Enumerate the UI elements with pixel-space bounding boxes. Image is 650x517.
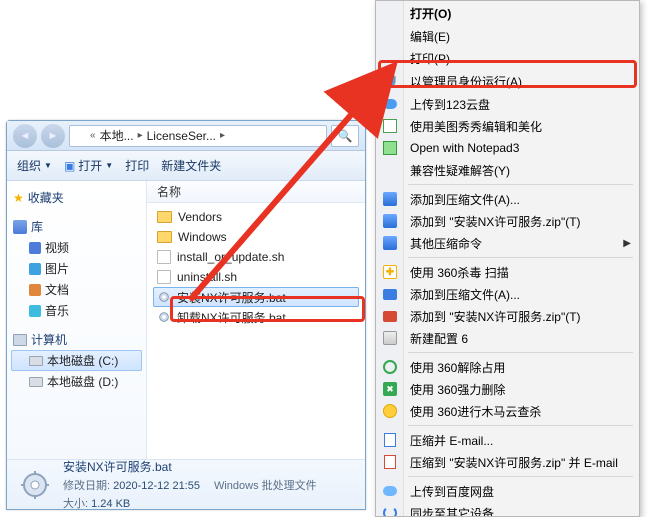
tree-documents[interactable]: 文档 (11, 279, 142, 300)
explorer-window: ◄ ► « 本地... ▸ LicenseSer... ▸ 🔍 组织▼ ▣打开▼… (6, 120, 366, 510)
360-icon (382, 359, 398, 375)
address-bar: ◄ ► « 本地... ▸ LicenseSer... ▸ 🔍 (7, 121, 365, 151)
newfolder-button[interactable]: 新建文件夹 (161, 157, 221, 174)
open-button[interactable]: ▣打开▼ (64, 157, 113, 174)
archive-icon (382, 191, 398, 207)
crumb-segment[interactable]: 本地... (100, 127, 134, 144)
meitu-icon (382, 118, 398, 134)
menu-add-named-zip-2[interactable]: 添加到 "安装NX许可服务.zip"(T) (376, 305, 639, 327)
status-filename: 安装NX许可服务.bat (63, 458, 317, 475)
menu-edit[interactable]: 编辑(E) (376, 25, 639, 47)
search-icon: 🔍 (338, 129, 353, 143)
computer-icon (13, 334, 27, 346)
status-mod-value: 2020-12-12 21:55 (113, 480, 200, 492)
status-bar: 安装NX许可服务.bat 修改日期: 2020-12-12 21:55 Wind… (7, 459, 365, 509)
archive-icon (382, 235, 398, 251)
search-input[interactable]: 🔍 (331, 125, 359, 147)
list-item[interactable]: 卸载NX许可服务.bat (153, 307, 359, 327)
folder-icon (157, 231, 172, 243)
menu-print[interactable]: 打印(P) (376, 47, 639, 69)
archive-icon (382, 432, 398, 448)
file-list: 名称 Vendors Windows install_or_update.sh … (147, 181, 365, 459)
status-size-label: 大小: (63, 498, 88, 510)
menu-open[interactable]: 打开(O) (376, 1, 639, 25)
file-icon (157, 270, 171, 284)
menu-new-config[interactable]: 新建配置 6 (376, 327, 639, 349)
crumb-segment[interactable]: LicenseSer... (147, 129, 216, 143)
menu-other-zip[interactable]: 其他压缩命令▶ (376, 232, 639, 254)
nav-tree[interactable]: ★收藏夹 库 视频 图片 文档 音乐 计算机 本地磁盘 (C:) 本地磁盘 (D… (7, 181, 147, 459)
360-icon (382, 403, 398, 419)
list-item[interactable]: Windows (153, 227, 359, 247)
nav-back-button[interactable]: ◄ (13, 124, 37, 148)
menu-360-trojan[interactable]: 使用 360进行木马云查杀 (376, 400, 639, 422)
batch-file-icon (157, 290, 171, 304)
breadcrumb[interactable]: « 本地... ▸ LicenseSer... ▸ (69, 125, 327, 147)
file-thumbnail (17, 467, 53, 503)
menu-add-named-zip[interactable]: 添加到 "安装NX许可服务.zip"(T) (376, 210, 639, 232)
notepad3-icon (382, 140, 398, 156)
shield-icon (382, 73, 398, 89)
360-icon: ✖ (382, 381, 398, 397)
tree-music[interactable]: 音乐 (11, 300, 142, 321)
menu-compat[interactable]: 兼容性疑难解答(Y) (376, 159, 639, 181)
cloud-icon (382, 96, 398, 112)
tree-libraries[interactable]: 库 (11, 216, 142, 237)
tree-drive-c[interactable]: 本地磁盘 (C:) (11, 350, 142, 371)
file-icon (157, 250, 171, 264)
tree-pictures[interactable]: 图片 (11, 258, 142, 279)
baidu-icon (382, 483, 398, 499)
list-item[interactable]: uninstall.sh (153, 267, 359, 287)
toolbar: 组织▼ ▣打开▼ 打印 新建文件夹 (7, 151, 365, 181)
status-mod-label: 修改日期: (63, 480, 110, 492)
menu-360-unlock[interactable]: 使用 360解除占用 (376, 356, 639, 378)
tree-computer[interactable]: 计算机 (11, 329, 142, 350)
archive-icon (382, 213, 398, 229)
batch-file-icon (157, 310, 171, 324)
organize-button[interactable]: 组织▼ (17, 157, 52, 174)
document-icon (29, 284, 41, 296)
tree-drive-d[interactable]: 本地磁盘 (D:) (11, 371, 142, 392)
star-icon: ★ (13, 191, 24, 205)
picture-icon (29, 263, 41, 275)
menu-notepad3[interactable]: Open with Notepad3 (376, 137, 639, 159)
menu-meitu[interactable]: 使用美图秀秀编辑和美化 (376, 115, 639, 137)
menu-360-force-delete[interactable]: ✖使用 360强力删除 (376, 378, 639, 400)
archive-icon (382, 454, 398, 470)
drive-icon (29, 356, 43, 366)
status-size-value: 1.24 KB (91, 498, 130, 510)
print-button[interactable]: 打印 (125, 157, 149, 174)
menu-zip-email-named[interactable]: 压缩到 "安装NX许可服务.zip" 并 E-mail (376, 451, 639, 473)
menu-baidu-upload[interactable]: 上传到百度网盘 (376, 480, 639, 502)
nav-forward-button[interactable]: ► (41, 124, 65, 148)
360av-icon: ✚ (382, 264, 398, 280)
archive-icon (382, 308, 398, 324)
archive-icon (382, 286, 398, 302)
context-menu: 打开(O) 编辑(E) 打印(P) 以管理员身份运行(A) 上传到123云盘 使… (375, 0, 640, 517)
list-item[interactable]: install_or_update.sh (153, 247, 359, 267)
menu-360-scan[interactable]: ✚使用 360杀毒 扫描 (376, 261, 639, 283)
drive-icon (29, 377, 43, 387)
folder-icon (157, 211, 172, 223)
sync-icon (382, 505, 398, 517)
menu-zip-email[interactable]: 压缩并 E-mail... (376, 429, 639, 451)
tree-favorites[interactable]: ★收藏夹 (11, 187, 142, 208)
config-icon (382, 330, 398, 346)
library-icon (13, 220, 27, 234)
menu-upload-123[interactable]: 上传到123云盘 (376, 93, 639, 115)
chevron-right-icon: ▶ (623, 238, 631, 249)
status-type: Windows 批处理文件 (214, 477, 317, 493)
list-item[interactable]: Vendors (153, 207, 359, 227)
tree-video[interactable]: 视频 (11, 237, 142, 258)
video-icon (29, 242, 41, 254)
folder-icon (74, 131, 86, 141)
column-header-name[interactable]: 名称 (147, 181, 365, 203)
menu-add-archive[interactable]: 添加到压缩文件(A)... (376, 188, 639, 210)
list-item-selected[interactable]: 安装NX许可服务.bat (153, 287, 359, 307)
menu-sync-other[interactable]: 同步至其它设备 (376, 502, 639, 517)
menu-add-archive-2[interactable]: 添加到压缩文件(A)... (376, 283, 639, 305)
menu-run-as-admin[interactable]: 以管理员身份运行(A) (376, 69, 639, 93)
music-icon (29, 305, 41, 317)
